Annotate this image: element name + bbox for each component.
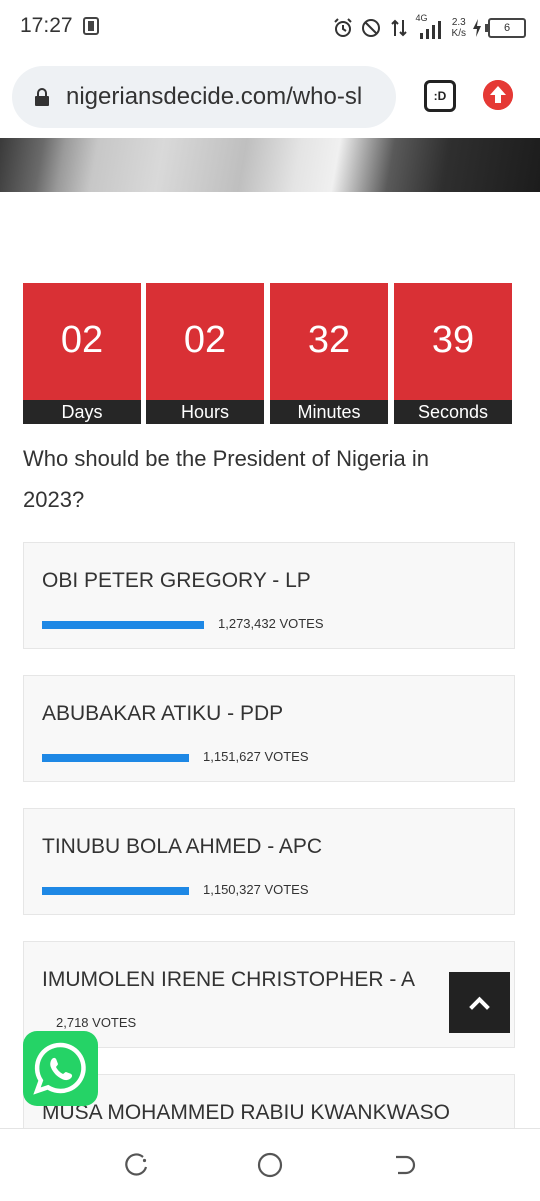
- do-not-disturb-icon: [361, 19, 380, 37]
- candidate-card[interactable]: ABUBAKAR ATIKU - PDP 1,151,627 VOTES: [23, 675, 515, 782]
- countdown-hours: 02 Hours: [146, 283, 264, 424]
- candidate-name: ABUBAKAR ATIKU - PDP: [42, 702, 284, 725]
- address-bar[interactable]: nigeriansdecide.com/who-sl: [12, 66, 396, 128]
- recent-apps-icon[interactable]: [122, 1151, 150, 1179]
- whatsapp-button[interactable]: [23, 1031, 98, 1106]
- countdown-value: 02: [60, 319, 104, 361]
- vote-count: 2,718 VOTES: [56, 1015, 137, 1030]
- countdown-value: 39: [431, 319, 475, 361]
- countdown-label: Days: [23, 400, 141, 424]
- network-speed: 2.3 K/s: [452, 17, 466, 39]
- countdown-label: Seconds: [394, 400, 512, 424]
- speed-value: 2.3: [451, 17, 466, 28]
- vote-count: 1,151,627 VOTES: [203, 749, 309, 764]
- countdown-minutes: 32 Minutes: [270, 283, 388, 424]
- countdown-label: Hours: [146, 400, 264, 424]
- candidate-name: OBI PETER GREGORY - LP: [42, 569, 311, 592]
- candidate-card[interactable]: TINUBU BOLA AHMED - APC 1,150,327 VOTES: [23, 808, 515, 915]
- home-icon[interactable]: [256, 1151, 284, 1179]
- vote-bar: [42, 887, 189, 895]
- countdown-value: 32: [307, 319, 351, 361]
- countdown-timer: 02 Days 02 Hours 32 Minutes 39 Seconds: [23, 283, 513, 424]
- candidate-name: MUSA MOHAMMED RABIU KWANKWASO: [42, 1101, 450, 1124]
- battery-icon: 6: [485, 18, 526, 38]
- speed-unit: K/s: [451, 28, 466, 39]
- signal-icon: 4G: [415, 13, 446, 41]
- countdown-seconds: 39 Seconds: [394, 283, 512, 424]
- alarm-icon: [333, 18, 352, 37]
- poll-question: Who should be the President of Nigeria i…: [23, 446, 430, 512]
- header-image: [0, 138, 540, 192]
- candidate-name: TINUBU BOLA AHMED - APC: [42, 835, 323, 858]
- candidate-card[interactable]: OBI PETER GREGORY - LP 1,273,432 VOTES: [23, 542, 515, 649]
- status-time: 17:27: [20, 14, 73, 37]
- vote-bar: [42, 621, 204, 629]
- whatsapp-icon: [33, 1042, 86, 1095]
- network-type: 4G: [415, 13, 428, 23]
- vote-count: 1,150,327 VOTES: [203, 882, 309, 897]
- browser-toolbar: nigeriansdecide.com/who-sl :D: [0, 56, 540, 140]
- vote-count: 1,273,432 VOTES: [218, 616, 324, 631]
- notification-app-icon: [83, 17, 99, 35]
- lock-icon: [35, 88, 49, 106]
- countdown-days: 02 Days: [23, 283, 141, 424]
- data-transfer-icon: [390, 19, 407, 37]
- back-icon[interactable]: [390, 1151, 418, 1179]
- countdown-value: 02: [183, 319, 227, 361]
- vote-bar: [42, 754, 189, 762]
- system-nav-bar: [0, 1128, 540, 1201]
- countdown-label: Minutes: [270, 400, 388, 424]
- back-to-top-button[interactable]: [449, 972, 510, 1033]
- candidate-name: IMUMOLEN IRENE CHRISTOPHER - A: [42, 968, 415, 991]
- status-bar: 17:27 4G 2.3 K/s 6: [0, 0, 540, 56]
- tab-switcher-button[interactable]: :D: [424, 80, 456, 112]
- update-icon[interactable]: [483, 80, 513, 110]
- chevron-up-icon: [469, 996, 490, 1010]
- charging-icon: [473, 19, 481, 37]
- url-text: nigeriansdecide.com/who-sl: [66, 83, 363, 110]
